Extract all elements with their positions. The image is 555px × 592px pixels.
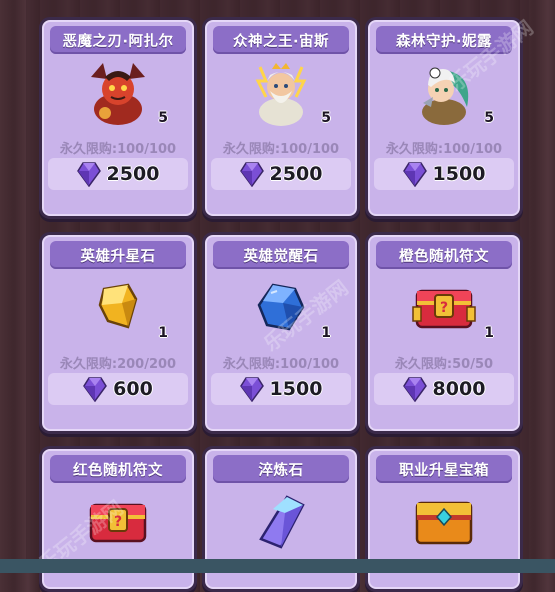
purple-gem-icon	[83, 376, 108, 402]
crystal-icon	[251, 491, 311, 555]
item-title: 红色随机符文	[50, 455, 186, 483]
buy-button[interactable]: 1500	[374, 158, 514, 190]
price-value: 8000	[432, 378, 486, 400]
shop-card[interactable]: 森林守护·妮露 5 永久限购:100/100 1500	[365, 17, 523, 219]
price-value: 2500	[269, 163, 323, 185]
item-title: 淬炼石	[213, 455, 349, 483]
item-title: 森林守护·妮露	[376, 26, 512, 54]
purchase-limit: 永久限购:50/50	[394, 357, 494, 372]
forest-hero-icon	[409, 57, 479, 131]
price-value: 2500	[106, 163, 160, 185]
buy-button[interactable]: 2500	[48, 158, 188, 190]
item-title: 众神之王·宙斯	[213, 26, 349, 54]
svg-text:?: ?	[440, 300, 448, 316]
gold-treasure-chest-icon	[411, 491, 477, 555]
item-title: 橙色随机符文	[376, 241, 512, 269]
buy-button[interactable]: 2500	[211, 158, 351, 190]
shop-card[interactable]: 橙色随机符文 ? 1 永久限购:50/50 8000	[365, 232, 523, 434]
price-value: 600	[113, 378, 153, 400]
purple-gem-icon	[239, 161, 264, 187]
item-title: 英雄升星石	[50, 241, 186, 269]
item-quantity: 1	[321, 325, 331, 341]
item-title: 职业升星宝箱	[376, 455, 512, 483]
purple-gem-icon	[76, 161, 101, 187]
item-quantity: 1	[158, 325, 168, 341]
red-rune-chest-icon: ?	[411, 277, 477, 341]
item-title: 恶魔之刃·阿扎尔	[50, 26, 186, 54]
item-quantity: 1	[484, 325, 494, 341]
purchase-limit: 永久限购:100/100	[59, 142, 177, 157]
purple-gem-icon	[402, 161, 427, 187]
blue-awaken-stone-icon	[251, 277, 311, 341]
gold-star-stone-icon	[88, 277, 148, 341]
shop-card[interactable]: 英雄觉醒石 1 永久限购:100/100 1500	[202, 232, 360, 434]
buy-button[interactable]: 1500	[211, 373, 351, 405]
bottom-bar	[0, 559, 555, 573]
zeus-hero-icon	[246, 57, 316, 131]
purchase-limit: 永久限购:100/100	[385, 142, 503, 157]
purple-gem-icon	[402, 376, 427, 402]
purchase-limit: 永久限购:100/100	[222, 142, 340, 157]
shop-card[interactable]: 恶魔之刃·阿扎尔 5 永久限购:100/100 2500	[39, 17, 197, 219]
item-quantity: 5	[321, 110, 331, 126]
item-quantity: 5	[484, 110, 494, 126]
shop-card[interactable]: 英雄升星石 1 永久限购:200/200 600	[39, 232, 197, 434]
purchase-limit: 永久限购:200/200	[59, 357, 177, 372]
purchase-limit: 永久限购:100/100	[222, 357, 340, 372]
item-quantity: 5	[158, 110, 168, 126]
purple-gem-icon	[239, 376, 264, 402]
red-rune-chest-icon: ?	[85, 491, 151, 555]
svg-text:?: ?	[114, 514, 122, 530]
demon-hero-icon	[83, 57, 153, 131]
price-value: 1500	[269, 378, 323, 400]
item-title: 英雄觉醒石	[213, 241, 349, 269]
price-value: 1500	[432, 163, 486, 185]
buy-button[interactable]: 600	[48, 373, 188, 405]
shop-card[interactable]: 众神之王·宙斯 5 永久限购:100/100 2500	[202, 17, 360, 219]
buy-button[interactable]: 8000	[374, 373, 514, 405]
